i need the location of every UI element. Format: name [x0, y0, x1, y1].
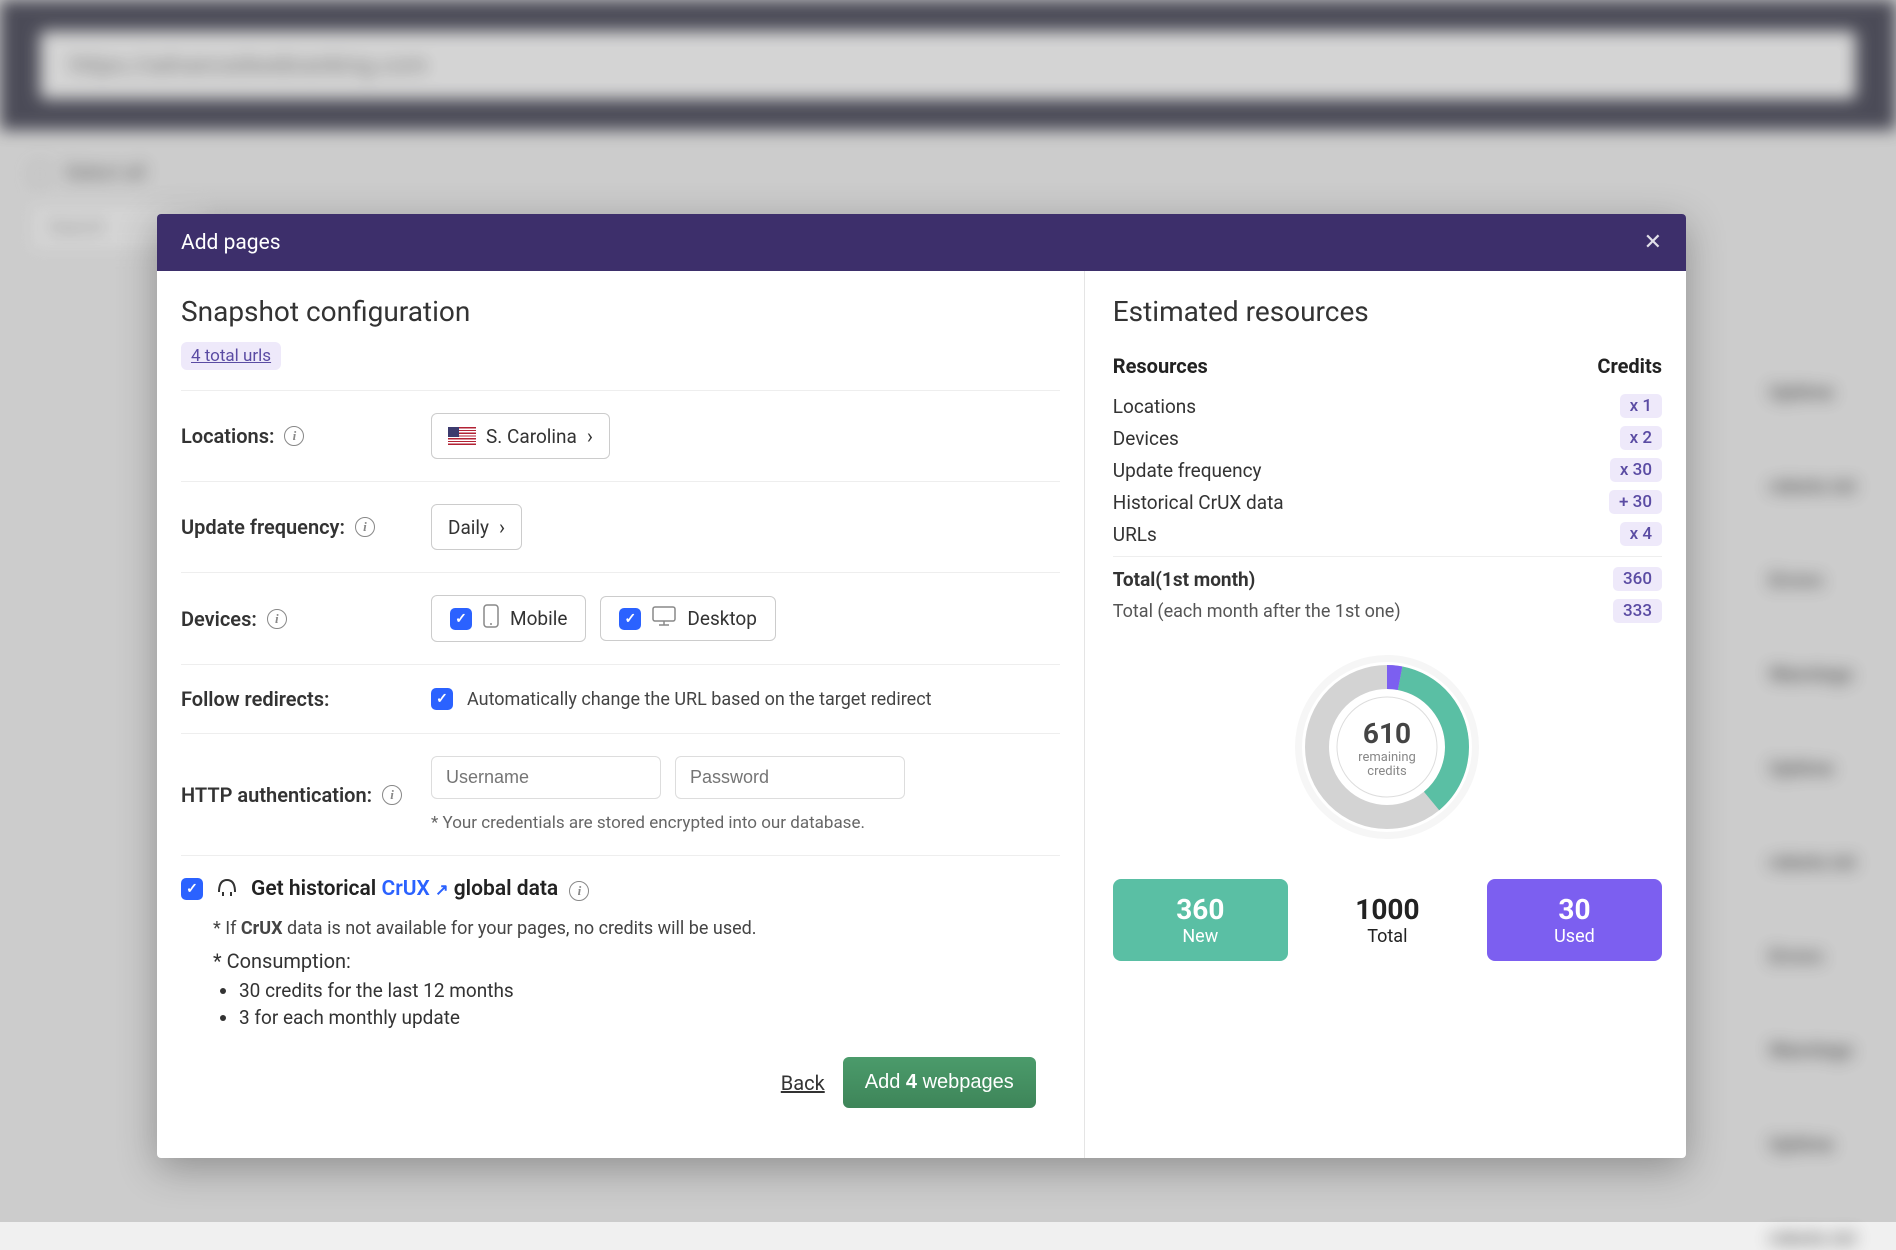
resource-row: Devices x 2 [1113, 422, 1662, 454]
crux-link[interactable]: CrUX ↗ [381, 877, 448, 901]
password-input[interactable] [675, 756, 905, 799]
follow-redirects-text: Automatically change the URL based on th… [467, 689, 932, 710]
chevron-right-icon: › [499, 515, 505, 539]
modal-footer: Back Add 4 webpages [181, 1039, 1060, 1134]
update-frequency-label: Update frequency: [181, 515, 345, 539]
checkbox-checked-icon: ✓ [619, 608, 641, 630]
mobile-icon [482, 604, 500, 633]
credits-total-box: 1000 Total [1300, 879, 1475, 961]
crux-brand-icon [215, 874, 239, 904]
follow-redirects-row: Follow redirects: ✓ Automatically change… [181, 664, 1060, 733]
credits-col-label: Credits [1597, 354, 1662, 378]
follow-redirects-checkbox[interactable]: ✓ [431, 688, 453, 710]
add-webpages-button[interactable]: Add 4 webpages [843, 1057, 1036, 1108]
info-icon[interactable]: i [569, 881, 589, 901]
total-sub-row: Total (each month after the 1st one) 333 [1113, 595, 1662, 627]
estimated-resources-panel: Estimated resources Resources Credits Lo… [1085, 271, 1686, 1158]
credits-used-box: 30 Used [1487, 879, 1662, 961]
locations-row: Locations: i S. Carolina › [181, 390, 1060, 481]
http-auth-label: HTTP authentication: [181, 783, 372, 807]
update-frequency-row: Update frequency: i Daily › [181, 481, 1060, 572]
devices-row: Devices: i ✓ Mobile ✓ [181, 572, 1060, 664]
update-frequency-select[interactable]: Daily › [431, 504, 522, 550]
crux-section: ✓ Get historical CrUX ↗ global data i * … [181, 855, 1060, 1039]
resource-row: Historical CrUX data + 30 [1113, 486, 1662, 518]
http-auth-row: HTTP authentication: i * Your credential… [181, 733, 1060, 855]
resources-col-label: Resources [1113, 354, 1208, 378]
info-icon[interactable]: i [284, 426, 304, 446]
svg-text:610: 610 [1363, 717, 1411, 750]
chevron-right-icon: › [587, 424, 593, 448]
follow-redirects-label: Follow redirects: [181, 687, 329, 711]
back-button[interactable]: Back [781, 1071, 825, 1095]
desktop-icon [651, 605, 677, 632]
modal-header: Add pages ✕ [157, 214, 1686, 271]
us-flag-icon [448, 427, 476, 445]
snapshot-title: Snapshot configuration [181, 295, 1060, 328]
credits-donut-chart: 610 remaining credits [1113, 627, 1662, 857]
resources-title: Estimated resources [1113, 295, 1662, 328]
crux-checkbox[interactable]: ✓ [181, 878, 203, 900]
resource-row: URLs x 4 [1113, 518, 1662, 550]
auth-helper-text: * Your credentials are stored encrypted … [431, 813, 905, 833]
modal-title: Add pages [181, 231, 281, 255]
credits-new-box: 360 New [1113, 879, 1288, 961]
add-pages-modal: Add pages ✕ Snapshot configuration 4 tot… [157, 214, 1686, 1158]
credits-summary-boxes: 360 New 1000 Total 30 Used [1113, 879, 1662, 961]
external-link-icon: ↗ [435, 880, 448, 899]
crux-consumption: * Consumption: 30 credits for the last 1… [213, 949, 1060, 1029]
locations-label: Locations: [181, 424, 274, 448]
svg-text:remaining: remaining [1359, 750, 1417, 765]
device-mobile-toggle[interactable]: ✓ Mobile [431, 595, 586, 642]
checkbox-checked-icon: ✓ [450, 608, 472, 630]
location-select[interactable]: S. Carolina › [431, 413, 610, 459]
total-urls-link[interactable]: 4 total urls [181, 342, 281, 370]
close-icon[interactable]: ✕ [1644, 230, 1662, 255]
info-icon[interactable]: i [382, 785, 402, 805]
device-desktop-toggle[interactable]: ✓ Desktop [600, 596, 776, 641]
resource-row: Locations x 1 [1113, 390, 1662, 422]
info-icon[interactable]: i [355, 517, 375, 537]
crux-note: * If CrUX data is not available for your… [213, 918, 1060, 939]
svg-text:credits: credits [1368, 764, 1408, 779]
info-icon[interactable]: i [267, 609, 287, 629]
total-row: Total(1st month) 360 [1113, 563, 1662, 595]
snapshot-config-panel: Snapshot configuration 4 total urls Loca… [157, 271, 1085, 1158]
resource-row: Update frequency x 30 [1113, 454, 1662, 486]
username-input[interactable] [431, 756, 661, 799]
devices-label: Devices: [181, 607, 257, 631]
